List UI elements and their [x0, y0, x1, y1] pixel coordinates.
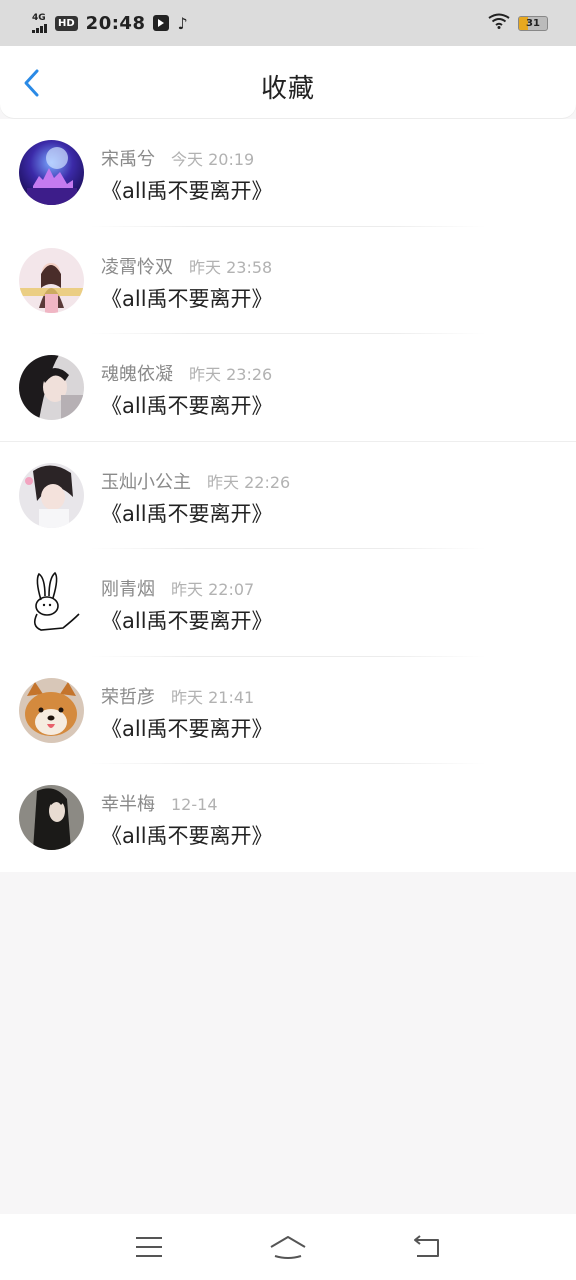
username[interactable]: 幸半梅	[101, 790, 155, 816]
home-button[interactable]	[268, 1227, 308, 1267]
list-item[interactable]: 幸半梅 12-14 《all禹不要离开》	[0, 764, 576, 872]
timestamp: 昨天 21:41	[171, 687, 255, 707]
item-meta: 幸半梅 12-14	[101, 790, 218, 816]
item-title[interactable]: 《all禹不要离开》	[101, 175, 273, 205]
timestamp: 今天 20:19	[171, 150, 255, 169]
back-nav-button[interactable]	[407, 1227, 447, 1267]
timestamp: 昨天 22:26	[207, 472, 291, 492]
username[interactable]: 魂魄依凝	[101, 360, 173, 386]
username[interactable]: 凌霄怜双	[101, 253, 173, 279]
system-nav-bar	[0, 1214, 576, 1280]
item-meta: 玉灿小公主 昨天 22:26	[101, 468, 290, 494]
battery-level: 31	[526, 17, 540, 29]
cellular-signal-icon: 4G	[32, 13, 47, 33]
list-item[interactable]: 刚青烟 昨天 22:07 《all禹不要离开》	[0, 549, 576, 657]
timestamp: 昨天 22:07	[171, 580, 255, 599]
username[interactable]: 刚青烟	[101, 575, 155, 601]
avatar-night-castle[interactable]	[19, 140, 84, 205]
list-item[interactable]: 宋禹兮 今天 20:19 《all禹不要离开》	[0, 119, 576, 227]
avatar-girl-pink[interactable]	[19, 247, 84, 313]
menu-icon	[136, 1237, 163, 1257]
status-bar-left: 4G HD 20:48 ♪	[32, 13, 188, 34]
item-title[interactable]: 《all禹不要离开》	[101, 283, 273, 313]
battery-icon: 31	[518, 15, 548, 31]
wifi-icon	[488, 13, 510, 33]
username[interactable]: 玉灿小公主	[101, 468, 191, 494]
hd-badge: HD	[55, 15, 78, 31]
timestamp: 昨天 23:26	[189, 365, 273, 384]
item-meta: 宋禹兮 今天 20:19	[101, 145, 254, 171]
username[interactable]: 荣哲彦	[101, 683, 155, 709]
list-item[interactable]: 玉灿小公主 昨天 22:26 《all禹不要离开》	[0, 442, 576, 550]
avatar-girl-dark[interactable]	[19, 355, 84, 420]
tiktok-notification-icon: ♪	[177, 13, 188, 33]
avatar-shiba-dog[interactable]	[19, 677, 84, 743]
avatar-girl-light[interactable]	[19, 462, 84, 528]
back-arrow-icon	[413, 1235, 439, 1257]
username[interactable]: 宋禹兮	[101, 145, 155, 171]
status-bar: 4G HD 20:48 ♪ 31	[0, 0, 576, 46]
home-icon	[270, 1236, 306, 1259]
header: 收藏	[0, 46, 576, 118]
item-title[interactable]: 《all禹不要离开》	[101, 605, 273, 635]
timestamp: 昨天 23:58	[189, 257, 273, 277]
item-meta: 刚青烟 昨天 22:07	[101, 575, 254, 601]
item-meta: 魂魄依凝 昨天 23:26	[101, 360, 272, 386]
favorites-list: 宋禹兮 今天 20:19 《all禹不要离开》 凌霄怜双 昨天 23:58 《a…	[0, 119, 576, 872]
item-title[interactable]: 《all禹不要离开》	[101, 498, 273, 528]
list-item[interactable]: 魂魄依凝 昨天 23:26 《all禹不要离开》	[0, 334, 576, 442]
timestamp: 12-14	[171, 795, 218, 814]
avatar-girl-longhair[interactable]	[19, 785, 84, 850]
status-time: 20:48	[85, 12, 146, 34]
item-title[interactable]: 《all禹不要离开》	[101, 820, 273, 850]
item-title[interactable]: 《all禹不要离开》	[101, 713, 273, 743]
item-meta: 凌霄怜双 昨天 23:58	[101, 253, 272, 279]
item-title[interactable]: 《all禹不要离开》	[101, 390, 273, 420]
list-item[interactable]: 荣哲彦 昨天 21:41 《all禹不要离开》	[0, 657, 576, 765]
item-meta: 荣哲彦 昨天 21:41	[101, 683, 254, 709]
notification-app-icon	[153, 15, 170, 31]
avatar-rabbit-sketch[interactable]	[19, 570, 84, 635]
menu-button[interactable]	[129, 1227, 169, 1267]
network-type: 4G	[32, 13, 46, 23]
status-bar-right: 31	[488, 13, 548, 33]
list-item[interactable]: 凌霄怜双 昨天 23:58 《all禹不要离开》	[0, 227, 576, 335]
page-title: 收藏	[260, 74, 315, 104]
